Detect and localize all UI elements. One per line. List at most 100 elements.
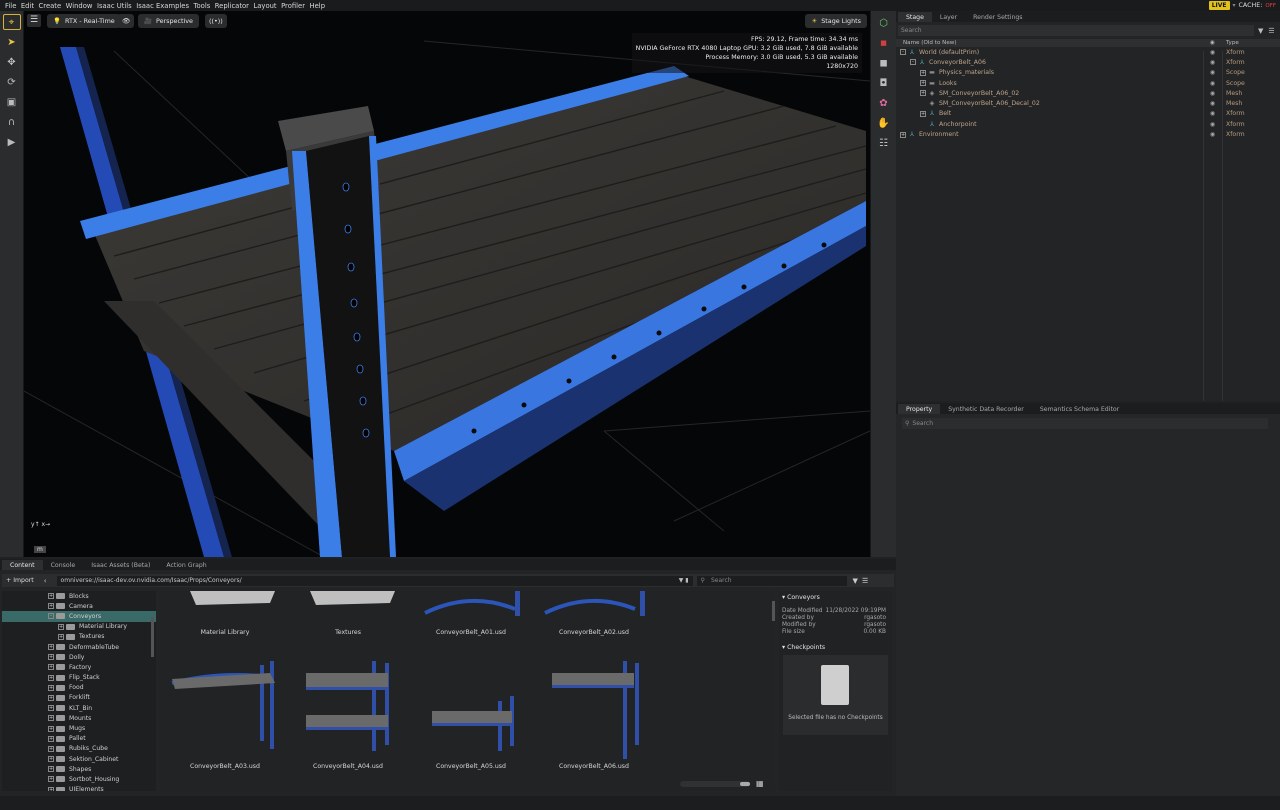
path-dropdown-icon[interactable]: ▼ ▮ [679,577,693,586]
expand-icon[interactable]: + [48,786,54,791]
expand-icon[interactable]: - [48,613,54,620]
import-button[interactable]: + Import [2,577,38,584]
viewport[interactable]: ☰ 💡 RTX - Real-Time 👁 🎥 Perspective ((•)… [24,11,870,557]
folder-item[interactable]: + Blocks [2,591,156,601]
material-icon[interactable]: ✿ [875,95,893,111]
grid-item-label[interactable]: ConveyorBelt_A03.usd [165,763,285,770]
tab-console[interactable]: Console [43,560,84,570]
grid-item-label[interactable]: ConveyorBelt_A02.usd [534,629,654,636]
expand-icon[interactable]: + [920,80,926,87]
expand-icon[interactable]: + [48,725,54,732]
visibility-eye-icon[interactable]: ◉ [1203,131,1222,138]
expand-icon[interactable]: + [920,110,926,117]
expand-icon[interactable]: + [48,674,54,681]
hand-icon[interactable]: ✋ [875,115,893,131]
folder-item[interactable]: + Mugs [2,723,156,733]
grid-item-label[interactable]: ConveyorBelt_A06.usd [534,763,654,770]
cache-state[interactable]: OFF [1265,3,1276,9]
collapse-icon[interactable]: - [910,59,916,66]
content-search-input[interactable]: ⚲ Search [696,575,847,586]
expand-icon[interactable]: + [48,644,54,651]
expand-icon[interactable]: + [48,735,54,742]
folder-item[interactable]: + Pallet [2,734,156,744]
folder-item[interactable]: + Flip_Stack [2,673,156,683]
folder-item[interactable]: + Textures [2,632,156,642]
record-icon[interactable]: ■ [875,35,893,51]
folder-item[interactable]: + UIElements [2,785,156,791]
slider-handle[interactable] [740,782,750,786]
folder-item[interactable]: + Dolly [2,652,156,662]
folder-item[interactable]: + Factory [2,662,156,672]
stage-search-input[interactable]: Search [898,25,1254,36]
collapse-icon[interactable]: - [900,49,906,56]
camera-button[interactable]: 🎥 Perspective [138,14,199,28]
path-field[interactable]: omniverse://isaac-dev.ov.nvidia.com/Isaa… [56,575,693,586]
settings-icon[interactable]: ☰ [27,14,41,27]
back-icon[interactable]: ‹ [44,577,47,585]
grid-item-label[interactable]: ConveyorBelt_A01.usd [411,629,531,636]
sliders-icon[interactable]: ☷ [875,135,893,151]
tab-property[interactable]: Property [898,404,941,414]
tab-isaac-assets[interactable]: Isaac Assets (Beta) [83,560,158,570]
folder-item[interactable]: + KLT_Bin [2,703,156,713]
expand-icon[interactable]: + [58,633,64,640]
tab-semantics-schema-editor[interactable]: Semantics Schema Editor [1032,404,1127,414]
grid-view-icon[interactable]: ▦ [756,779,764,788]
folder-item[interactable]: + Camera [2,601,156,611]
property-search-input[interactable]: ⚲ Search [902,418,1268,429]
grid-item-label[interactable]: ConveyorBelt_A04.usd [288,763,408,770]
visibility-eye-icon[interactable]: ◉ [1203,69,1222,76]
cube-icon[interactable]: ◼ [875,55,893,71]
folder-item[interactable]: + Food [2,683,156,693]
visibility-eye-icon[interactable]: ◉ [1203,49,1222,56]
col-type-header[interactable]: Type [1222,40,1272,46]
expand-icon[interactable]: + [48,745,54,752]
select-mode-icon[interactable]: ⌖ [2,14,21,30]
menu-item-tools[interactable]: Tools [194,2,211,10]
menu-item-edit[interactable]: Edit [21,2,34,10]
tab-synthetic-data-recorder[interactable]: Synthetic Data Recorder [940,404,1032,414]
visibility-eye-icon[interactable]: ◉ [1203,121,1222,128]
live-dropdown-icon[interactable]: ▾ [1233,2,1236,9]
rotate-icon[interactable]: ⟳ [3,74,21,90]
folder-item[interactable]: + Material Library [2,622,156,632]
tab-action-graph[interactable]: Action Graph [158,560,214,570]
expand-icon[interactable]: + [48,766,54,773]
menu-item-create[interactable]: Create [39,2,62,10]
expand-icon[interactable]: + [900,131,906,138]
menu-item-help[interactable]: Help [310,2,326,10]
grid-scrollbar[interactable] [772,601,775,621]
expand-icon[interactable]: + [48,603,54,610]
scale-icon[interactable]: ▣ [3,94,21,110]
tree-scrollbar[interactable] [151,617,154,657]
select-arrow-icon[interactable]: ➤ [3,34,21,50]
grid-item-label[interactable]: Material Library [165,629,285,636]
expand-icon[interactable]: + [48,715,54,722]
folder-item[interactable]: + Sektion_Cabinet [2,754,156,764]
expand-icon[interactable]: + [58,623,64,630]
menu-item-isaac-examples[interactable]: Isaac Examples [136,2,189,10]
folder-item[interactable]: + Rubiks_Cube [2,744,156,754]
expand-icon[interactable]: + [48,593,54,600]
expand-icon[interactable]: + [48,694,54,701]
details-title[interactable]: ▾ Conveyors [779,591,892,607]
menu-item-profiler[interactable]: Profiler [281,2,305,10]
options-icon[interactable]: ☰ [1268,27,1274,35]
visibility-eye-icon[interactable]: ◉ [1203,90,1222,97]
folder-item[interactable]: + Sortbot_Housing [2,774,156,784]
menu-item-replicator[interactable]: Replicator [215,2,249,10]
menu-item-file[interactable]: File [5,2,16,10]
filter-icon[interactable]: ▼ [1258,27,1263,35]
box-icon[interactable]: ◘ [875,75,893,91]
tab-content[interactable]: Content [2,560,43,570]
options-icon[interactable]: ☰ [862,577,868,585]
expand-icon[interactable]: + [48,705,54,712]
stage-lights-button[interactable]: ☀ Stage Lights [805,14,867,28]
move-icon[interactable]: ✥ [3,54,21,70]
folder-item[interactable]: + Forklift [2,693,156,703]
physics-icon[interactable]: ⬡ [875,15,893,31]
menu-item-window[interactable]: Window [66,2,93,10]
audio-icon[interactable]: ((•)) [205,14,227,28]
folder-item[interactable]: - Conveyors [2,611,156,622]
folder-item[interactable]: + Shapes [2,764,156,774]
